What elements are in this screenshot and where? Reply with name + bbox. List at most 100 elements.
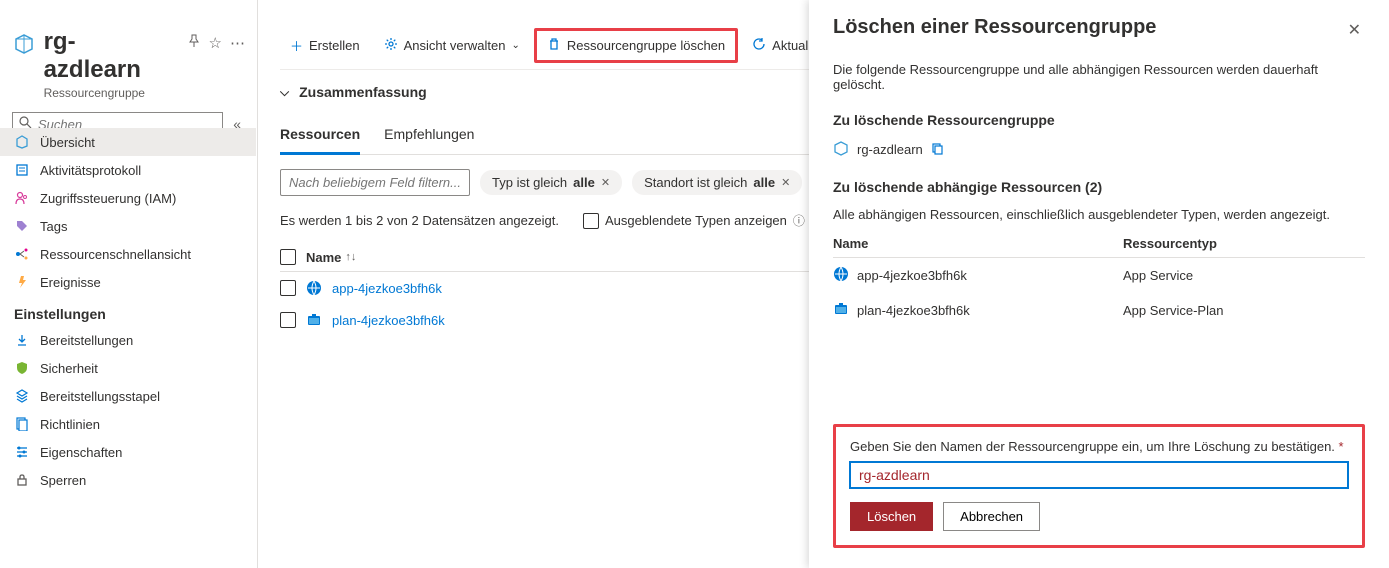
required-star: *	[1339, 439, 1344, 454]
nav-label: Bereitstellungsstapel	[40, 389, 160, 404]
button-row: Löschen Abbrechen	[850, 502, 1348, 531]
deps-table-header: Name Ressourcentyp	[833, 236, 1365, 258]
close-icon[interactable]: ✕	[781, 176, 790, 189]
app-service-icon	[306, 280, 322, 296]
nav-scroll[interactable]: Übersicht Aktivitätsprotokoll Zugriffsst…	[0, 128, 256, 568]
resource-group-header: rg-azdlearn Ressourcengruppe ☆ ⋯	[0, 0, 257, 108]
nav-deployment-stacks[interactable]: Bereitstellungsstapel	[0, 382, 256, 410]
deps-text: Alle abhängigen Ressourcen, einschließli…	[833, 207, 1365, 222]
rg-to-delete-heading: Zu löschende Ressourcengruppe	[833, 112, 1365, 128]
pill-prefix: Typ ist gleich	[492, 175, 567, 190]
select-all-checkbox[interactable]	[280, 249, 296, 265]
confirm-label: Geben Sie den Namen der Ressourcengruppe…	[850, 439, 1335, 454]
delete-rg-button[interactable]: Ressourcengruppe löschen	[534, 28, 738, 63]
filter-type-pill[interactable]: Typ ist gleich alle ✕	[480, 170, 622, 195]
resource-link[interactable]: app-4jezkoe3bfh6k	[332, 281, 442, 296]
chevron-down-icon: ⌵	[280, 85, 289, 100]
nav-policies[interactable]: Richtlinien	[0, 410, 256, 438]
activity-log-icon	[14, 162, 30, 178]
dependent-resources-table: Name Ressourcentyp app-4jezkoe3bfh6k App…	[833, 236, 1365, 328]
confirm-label-row: Geben Sie den Namen der Ressourcengruppe…	[850, 439, 1348, 454]
panel-intro: Die folgende Ressourcengruppe und alle a…	[833, 62, 1365, 92]
dep-name: plan-4jezkoe3bfh6k	[857, 303, 970, 318]
plus-icon: ＋	[290, 36, 303, 55]
lock-icon	[14, 472, 30, 488]
tab-recommendations[interactable]: Empfehlungen	[384, 118, 474, 154]
close-icon[interactable]: ✕	[601, 176, 610, 189]
create-label: Erstellen	[309, 38, 360, 53]
nav-activity-log[interactable]: Aktivitätsprotokoll	[0, 156, 256, 184]
nav-label: Eigenschaften	[40, 445, 122, 460]
column-name[interactable]: Name ↑↓	[306, 250, 356, 265]
filter-input[interactable]	[280, 169, 470, 196]
pin-icon[interactable]	[187, 34, 201, 52]
panel-header: Löschen einer Ressourcengruppe ✕	[833, 16, 1365, 44]
app-service-icon	[833, 266, 849, 285]
row-checkbox[interactable]	[280, 312, 296, 328]
chevron-down-icon: ⌄	[511, 40, 519, 51]
nav-label: Zugriffssteuerung (IAM)	[40, 191, 176, 206]
page-subtitle: Ressourcengruppe	[44, 86, 171, 100]
dep-name: app-4jezkoe3bfh6k	[857, 268, 967, 283]
view-label: Ansicht verwalten	[404, 38, 506, 53]
create-button[interactable]: ＋ Erstellen	[280, 30, 370, 61]
nav-resource-viz[interactable]: Ressourcenschnellansicht	[0, 240, 256, 268]
hidden-types-label: Ausgeblendete Typen anzeigen	[605, 213, 787, 228]
nav-events[interactable]: Ereignisse	[0, 268, 256, 296]
col-name: Name	[833, 236, 1123, 251]
cancel-button[interactable]: Abbrechen	[943, 502, 1040, 531]
rg-line: rg-azdlearn	[833, 140, 1365, 159]
nav-security[interactable]: Sicherheit	[0, 354, 256, 382]
nav-locks[interactable]: Sperren	[0, 466, 256, 494]
nav-label: Tags	[40, 219, 67, 234]
nav-label: Richtlinien	[40, 417, 100, 432]
title-actions: ☆ ⋯	[187, 34, 245, 52]
confirm-box: Geben Sie den Namen der Ressourcengruppe…	[833, 424, 1365, 548]
nav-label: Sperren	[40, 473, 86, 488]
panel-title: Löschen einer Ressourcengruppe	[833, 16, 1156, 39]
deps-row: app-4jezkoe3bfh6k App Service	[833, 258, 1365, 293]
star-icon[interactable]: ☆	[209, 34, 222, 52]
properties-icon	[14, 444, 30, 460]
deployment-stacks-icon	[14, 388, 30, 404]
col-type: Ressourcentyp	[1123, 236, 1217, 251]
summary-title: Zusammenfassung	[299, 84, 427, 100]
nav-label: Aktivitätsprotokoll	[40, 163, 141, 178]
tab-resources[interactable]: Ressourcen	[280, 118, 360, 155]
sidebar: rg-azdlearn Ressourcengruppe ☆ ⋯ « Übers…	[0, 0, 258, 568]
resource-group-icon	[12, 32, 36, 56]
record-count-text: Es werden 1 bis 2 von 2 Datensätzen ange…	[280, 213, 559, 228]
refresh-icon	[752, 37, 766, 54]
resource-link[interactable]: plan-4jezkoe3bfh6k	[332, 313, 445, 328]
close-icon[interactable]: ✕	[1344, 16, 1365, 44]
filter-location-pill[interactable]: Standort ist gleich alle ✕	[632, 170, 802, 195]
rg-name: rg-azdlearn	[857, 142, 923, 157]
show-hidden-types[interactable]: Ausgeblendete Typen anzeigen ⓘ	[583, 212, 805, 229]
pill-value: alle	[753, 175, 775, 190]
delete-button[interactable]: Löschen	[850, 502, 933, 531]
resource-group-icon	[833, 140, 849, 159]
nav-section-settings: Einstellungen	[0, 296, 256, 326]
confirm-input[interactable]	[850, 462, 1348, 488]
more-icon[interactable]: ⋯	[230, 34, 245, 52]
nav-tags[interactable]: Tags	[0, 212, 256, 240]
delete-label: Ressourcengruppe löschen	[567, 38, 725, 53]
row-checkbox[interactable]	[280, 280, 296, 296]
manage-view-button[interactable]: Ansicht verwalten ⌄	[374, 31, 530, 60]
overview-icon	[14, 134, 30, 150]
app-service-plan-icon	[306, 312, 322, 328]
info-icon[interactable]: ⓘ	[793, 212, 805, 229]
nav-overview[interactable]: Übersicht	[0, 128, 256, 156]
nav-iam[interactable]: Zugriffssteuerung (IAM)	[0, 184, 256, 212]
pill-prefix: Standort ist gleich	[644, 175, 747, 190]
nav-properties[interactable]: Eigenschaften	[0, 438, 256, 466]
nav-deployments[interactable]: Bereitstellungen	[0, 326, 256, 354]
dep-type: App Service	[1123, 268, 1193, 283]
nav-label: Sicherheit	[40, 361, 98, 376]
dep-type: App Service-Plan	[1123, 303, 1223, 318]
deps-row: plan-4jezkoe3bfh6k App Service-Plan	[833, 293, 1365, 328]
copy-icon[interactable]	[931, 142, 944, 158]
checkbox-icon[interactable]	[583, 213, 599, 229]
resource-viz-icon	[14, 246, 30, 262]
app-service-plan-icon	[833, 301, 849, 320]
